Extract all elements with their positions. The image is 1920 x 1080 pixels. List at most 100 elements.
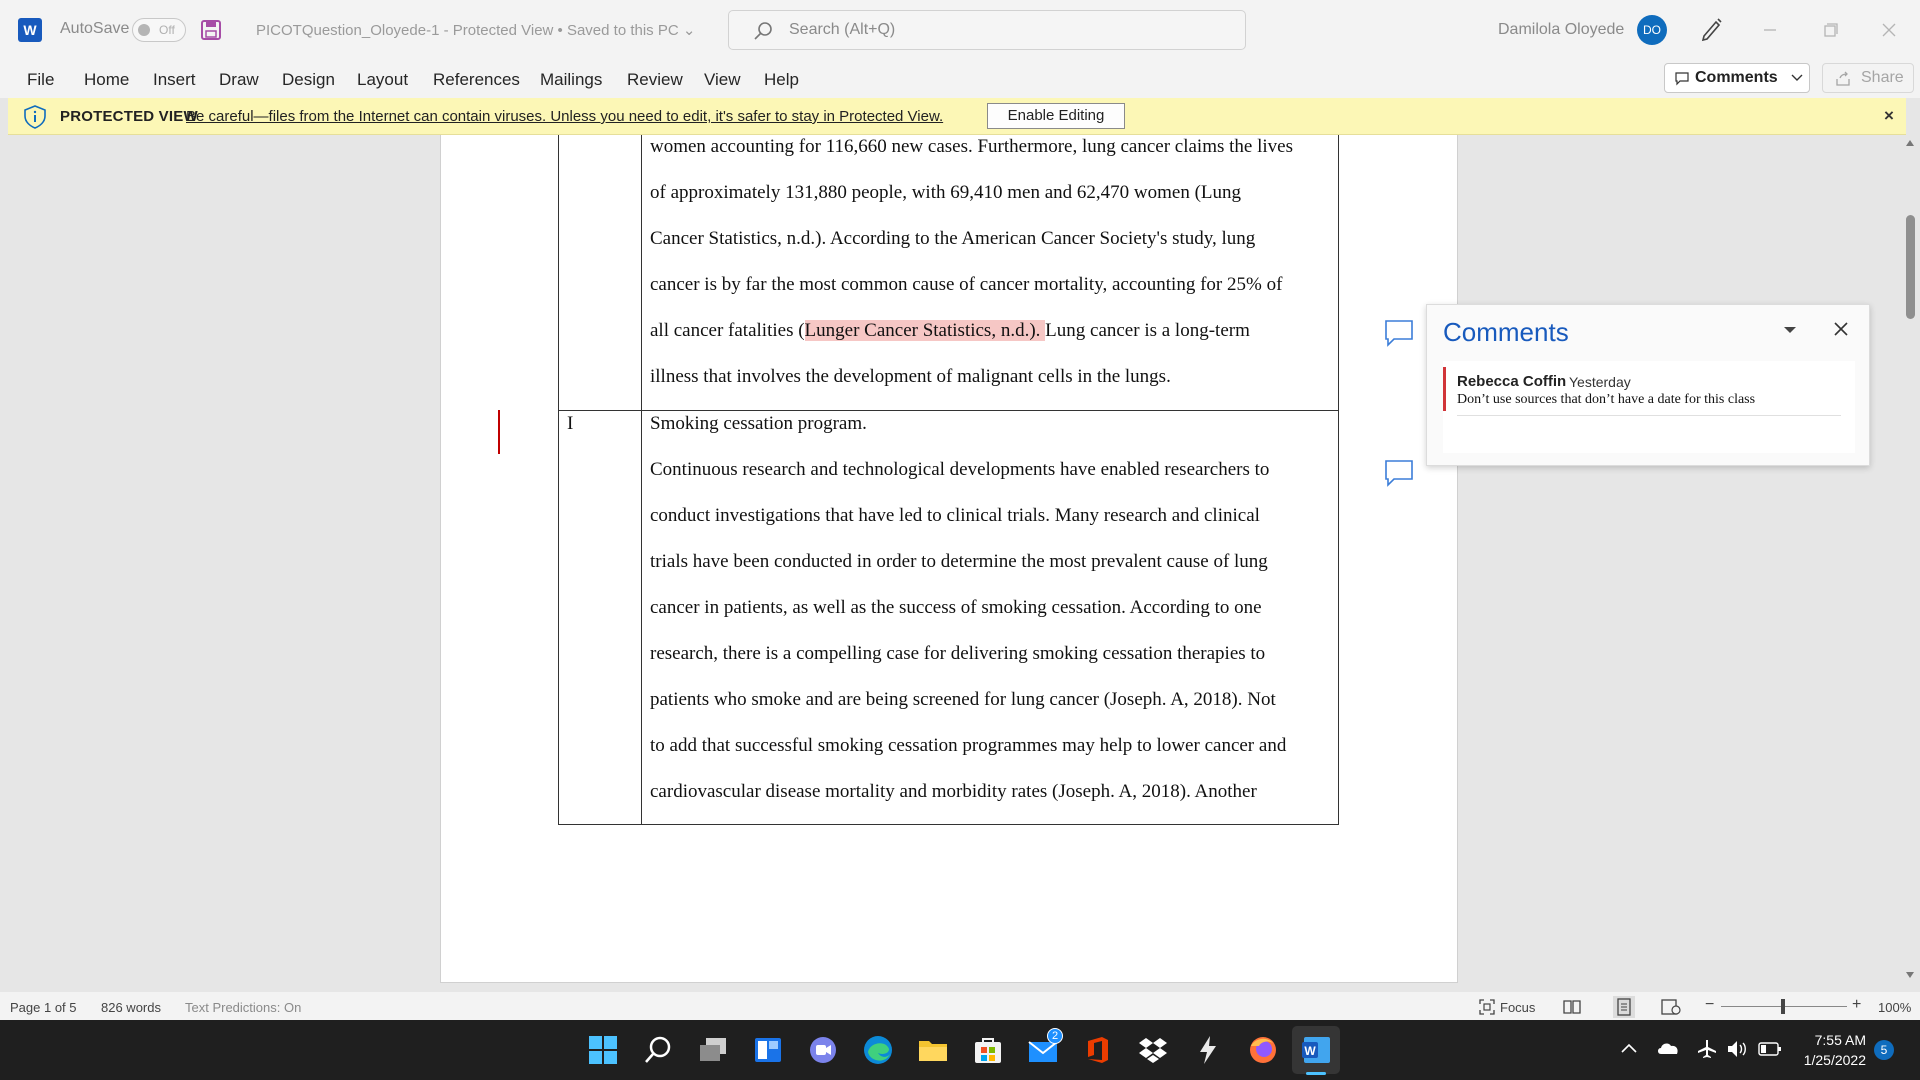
page-count[interactable]: Page 1 of 5 [10,1000,77,1015]
office-icon[interactable] [1082,1034,1114,1066]
tab-layout[interactable]: Layout [357,70,408,90]
title-bar: W AutoSave Off PICOTQuestion_Oloyede-1 -… [0,0,1920,60]
comment-card[interactable]: Rebecca Coffin Yesterday Don’t use sourc… [1443,361,1855,453]
document-canvas: women accounting for 116,660 new cases. … [0,135,1900,983]
paragraph-line: women accounting for 116,660 new cases. … [650,136,1293,157]
scroll-down-icon[interactable] [1905,971,1915,979]
comments-button-label: Comments [1695,69,1778,86]
clock-time: 7:55 AM [1814,1032,1866,1048]
focus-label[interactable]: Focus [1500,1000,1535,1015]
notification-badge[interactable]: 5 [1874,1040,1894,1060]
tab-insert[interactable]: Insert [153,70,196,90]
comments-button[interactable]: Comments [1664,63,1810,93]
file-explorer-icon[interactable] [917,1034,949,1066]
show-hidden-icons-icon[interactable] [1620,1042,1638,1054]
system-clock[interactable]: 7:55 AM 1/25/2022 [1796,1030,1866,1070]
comment-author: Rebecca Coffin [1457,373,1567,390]
tab-file[interactable]: File [27,70,54,90]
lightning-app-icon[interactable] [1192,1034,1224,1066]
active-app-indicator [1306,1072,1326,1075]
chevron-down-icon[interactable] [1783,325,1797,335]
comment-marker-icon[interactable] [1384,319,1414,347]
search-input[interactable]: Search (Alt+Q) [728,10,1246,50]
word-count[interactable]: 826 words [101,1000,161,1015]
toggle-knob [138,24,150,36]
paragraph-line: of approximately 131,880 people, with 69… [650,182,1242,203]
close-bar-button[interactable]: × [1884,106,1894,126]
paragraph-line: patients who smoke and are being screene… [650,689,1276,710]
clock-date: 1/25/2022 [1803,1052,1866,1068]
paragraph-line: illness that involves the development of… [650,366,1171,387]
save-icon[interactable] [200,19,222,41]
comment-time: Yesterday [1569,374,1631,390]
search-placeholder: Search (Alt+Q) [789,21,896,38]
avatar[interactable]: DO [1637,15,1667,45]
commented-text-highlight[interactable]: Lunger Cancer Statistics, n.d.). [804,320,1046,341]
scroll-up-icon[interactable] [1905,139,1915,147]
edge-browser-icon[interactable] [862,1034,894,1066]
comments-pane: Comments Rebecca Coffin Yesterday Don’t … [1426,304,1870,466]
comment-marker-icon[interactable] [1384,459,1414,487]
onedrive-icon[interactable] [1656,1040,1680,1056]
close-icon[interactable] [1831,319,1851,339]
windows-taskbar: 2 W 7:55 AM 1/25/2022 5 [0,1020,1920,1080]
document-title[interactable]: PICOTQuestion_Oloyede-1 - Protected View… [256,21,695,39]
enable-editing-button[interactable]: Enable Editing [987,103,1125,129]
task-view-icon[interactable] [697,1034,729,1066]
protected-view-message[interactable]: Be careful—files from the Internet can c… [186,108,943,125]
zoom-out-icon[interactable]: − [1705,996,1714,1014]
protected-view-bar: PROTECTED VIEW Be careful—files from the… [8,98,1906,135]
zoom-slider-thumb[interactable] [1781,999,1785,1014]
tab-help[interactable]: Help [764,70,799,90]
scrollbar-thumb[interactable] [1906,215,1915,319]
status-bar: Page 1 of 5 826 words Text Predictions: … [0,992,1920,1022]
start-icon[interactable] [587,1034,619,1066]
zoom-level[interactable]: 100% [1878,1000,1911,1015]
restore-icon[interactable] [1816,16,1844,44]
autosave-state: Off [159,23,175,37]
tab-view[interactable]: View [704,70,741,90]
mail-icon[interactable]: 2 [1027,1028,1063,1066]
widgets-icon[interactable] [752,1034,784,1066]
volume-icon[interactable] [1726,1038,1748,1060]
battery-icon[interactable] [1758,1040,1782,1058]
table-border-right [1338,135,1339,825]
divider [1457,415,1841,416]
firefox-icon[interactable] [1247,1034,1279,1066]
web-layout-icon[interactable] [1661,998,1681,1016]
paragraph-line: cancer is by far the most common cause o… [650,274,1283,295]
pen-icon[interactable] [1698,16,1724,42]
vertical-scrollbar[interactable] [1900,135,1920,983]
minimize-icon[interactable] [1756,16,1784,44]
focus-icon[interactable] [1478,998,1496,1016]
tab-review[interactable]: Review [627,70,683,90]
close-icon[interactable] [1875,16,1903,44]
search-icon[interactable] [642,1034,674,1066]
change-bar [498,410,500,454]
autosave-toggle[interactable]: Off [132,18,186,42]
word-app-icon: W [18,18,42,42]
paragraph-line: cancer in patients, as well as the succe… [650,597,1262,618]
comments-pane-title: Comments [1443,317,1569,347]
chevron-down-icon: ⌄ [682,22,696,39]
airplane-mode-icon[interactable] [1696,1038,1718,1060]
tab-design[interactable]: Design [282,70,335,90]
print-layout-icon[interactable] [1613,996,1635,1018]
share-button-label: Share [1861,69,1904,86]
tab-home[interactable]: Home [84,70,129,90]
zoom-in-icon[interactable]: + [1852,996,1861,1014]
ribbon-tabs: File Home Insert Draw Design Layout Refe… [0,60,1920,98]
tab-draw[interactable]: Draw [219,70,259,90]
dropbox-icon[interactable] [1137,1034,1169,1066]
microsoft-store-icon[interactable] [972,1034,1004,1066]
row-label: I [567,413,574,434]
teams-chat-icon[interactable] [807,1034,839,1066]
tab-references[interactable]: References [433,70,520,90]
word-taskbar-icon[interactable]: W [1300,1034,1332,1066]
table-row-border [558,410,1339,411]
tab-mailings[interactable]: Mailings [540,70,602,90]
share-button[interactable]: Share [1822,63,1914,93]
read-mode-icon[interactable] [1563,998,1581,1016]
autosave-label: AutoSave [60,20,130,37]
text-predictions[interactable]: Text Predictions: On [185,1000,301,1015]
